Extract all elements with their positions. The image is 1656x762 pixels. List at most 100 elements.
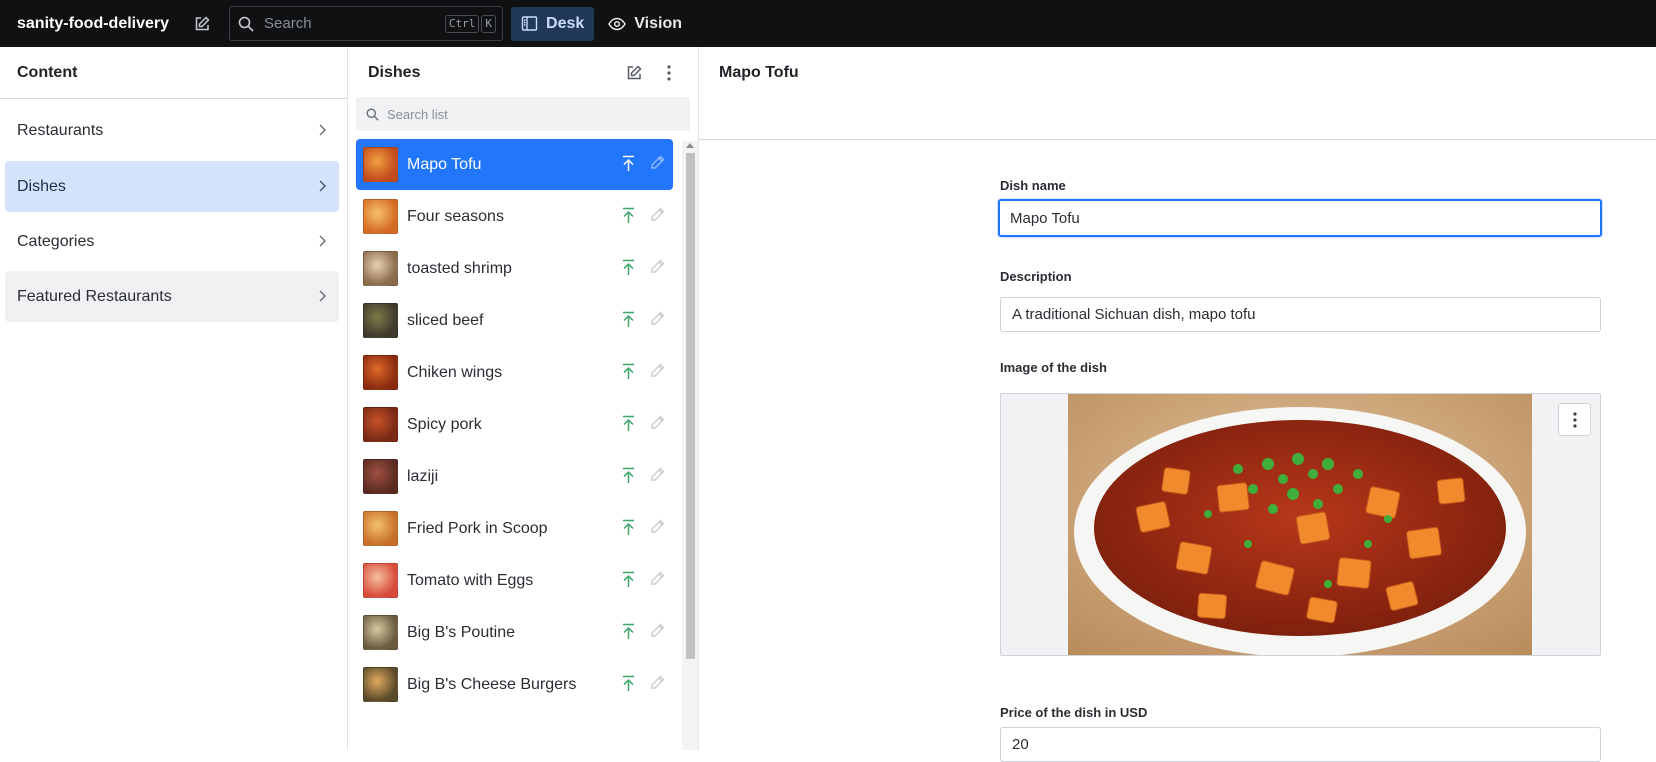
- published-icon: [621, 467, 636, 489]
- compose-button[interactable]: [188, 10, 216, 38]
- draft-edit-icon: [650, 259, 665, 279]
- document-pane: Mapo Tofu Dish name Description Image of…: [699, 47, 1656, 762]
- list-item[interactable]: Big B's Cheese Burgers: [356, 659, 673, 710]
- scrollbar-thumb[interactable]: [686, 153, 695, 659]
- chevron-right-icon: [319, 124, 326, 136]
- tool-desk-label: Desk: [546, 14, 585, 32]
- pane-menu-button[interactable]: [655, 59, 683, 87]
- draft-edit-icon: [650, 519, 665, 539]
- draft-edit-icon: [650, 155, 665, 175]
- nav-item-label: Restaurants: [17, 121, 104, 139]
- list-item-label: laziji: [407, 467, 439, 485]
- document-title: Mapo Tofu: [699, 47, 1656, 140]
- chevron-right-icon: [319, 235, 326, 247]
- top-navbar: sanity-food-delivery Ctrl K Desk Vision: [0, 0, 1656, 47]
- list-item[interactable]: Tomato with Eggs: [356, 555, 673, 606]
- list-item[interactable]: toasted shrimp: [356, 243, 673, 294]
- price-label: Price of the dish in USD: [1000, 705, 1148, 720]
- dish-thumbnail: [363, 563, 398, 598]
- published-icon: [621, 519, 636, 541]
- nav-item-restaurants[interactable]: Restaurants: [5, 105, 339, 156]
- eye-icon: [608, 17, 627, 30]
- list-item-label: Four seasons: [407, 207, 504, 225]
- published-icon: [621, 259, 636, 281]
- list-item-label: Fried Pork in Scoop: [407, 519, 548, 537]
- search-icon: [238, 16, 254, 32]
- published-icon: [621, 363, 636, 385]
- scroll-up-arrow[interactable]: [686, 143, 694, 148]
- shortcut-key-k: K: [481, 14, 497, 33]
- global-search[interactable]: Ctrl K: [229, 6, 504, 41]
- compose-icon: [627, 65, 642, 80]
- list-item[interactable]: sliced beef: [356, 295, 673, 346]
- dish-thumbnail: [363, 303, 398, 338]
- list-item-label: Big B's Cheese Burgers: [407, 675, 577, 693]
- dish-thumbnail: [363, 407, 398, 442]
- tool-vision[interactable]: Vision: [598, 7, 692, 41]
- list-item-label: Big B's Poutine: [407, 623, 516, 641]
- list-item[interactable]: Mapo Tofu: [356, 139, 673, 190]
- chevron-right-icon: [319, 290, 326, 302]
- draft-edit-icon: [650, 467, 665, 487]
- list-scrollbar[interactable]: [682, 141, 698, 750]
- compose-icon: [195, 15, 210, 30]
- chevron-right-icon: [319, 180, 326, 192]
- list-item-label: Spicy pork: [407, 415, 482, 433]
- list-item[interactable]: Fried Pork in Scoop: [356, 503, 673, 554]
- dish-thumbnail: [363, 459, 398, 494]
- create-document-button[interactable]: [620, 59, 648, 87]
- dish-name-field[interactable]: [998, 199, 1602, 237]
- draft-edit-icon: [650, 363, 665, 383]
- dish-image: [1068, 394, 1532, 655]
- project-name[interactable]: sanity-food-delivery: [17, 15, 169, 33]
- dish-name-label: Dish name: [1000, 178, 1066, 193]
- more-vertical-icon: [1572, 411, 1577, 428]
- published-icon: [621, 571, 636, 593]
- list-item[interactable]: Chiken wings: [356, 347, 673, 398]
- draft-edit-icon: [650, 207, 665, 227]
- nav-item-label: Categories: [17, 232, 95, 250]
- draft-edit-icon: [650, 675, 665, 695]
- nav-item-featured-restaurants[interactable]: Featured Restaurants: [5, 271, 339, 322]
- price-field[interactable]: [1000, 727, 1601, 762]
- published-icon: [621, 415, 636, 437]
- dish-thumbnail: [363, 355, 398, 390]
- draft-edit-icon: [650, 623, 665, 643]
- content-pane-title: Content: [0, 47, 347, 99]
- dish-thumbnail: [363, 251, 398, 286]
- nav-item-dishes[interactable]: Dishes: [5, 161, 339, 212]
- search-icon: [366, 107, 379, 121]
- published-icon: [621, 675, 636, 697]
- dish-thumbnail: [363, 199, 398, 234]
- list-item-label: sliced beef: [407, 311, 484, 329]
- dish-list: Mapo Tofu Four seasons toasted shrimp slice…: [348, 139, 682, 750]
- tool-desk[interactable]: Desk: [511, 6, 595, 41]
- image-field[interactable]: [1000, 393, 1601, 656]
- image-menu-button[interactable]: [1558, 403, 1591, 436]
- list-item[interactable]: Spicy pork: [356, 399, 673, 450]
- published-icon: [621, 155, 636, 177]
- nav-item-label: Featured Restaurants: [17, 287, 172, 305]
- content-pane: Content Restaurants Dishes Categories Fe…: [0, 47, 348, 750]
- list-search[interactable]: [356, 97, 690, 131]
- list-item[interactable]: laziji: [356, 451, 673, 502]
- draft-edit-icon: [650, 571, 665, 591]
- list-item[interactable]: Four seasons: [356, 191, 673, 242]
- desk-icon: [521, 16, 538, 31]
- image-label: Image of the dish: [1000, 360, 1107, 375]
- list-item-label: toasted shrimp: [407, 259, 512, 277]
- shortcut-key-ctrl: Ctrl: [444, 14, 480, 33]
- dish-thumbnail: [363, 615, 398, 650]
- list-item[interactable]: Big B's Poutine: [356, 607, 673, 658]
- dish-thumbnail: [363, 511, 398, 546]
- dishes-pane: Dishes Mapo TofuFour seasonstoasted shri…: [348, 47, 699, 750]
- published-icon: [621, 311, 636, 333]
- more-vertical-icon: [667, 65, 671, 81]
- list-item-label: Chiken wings: [407, 363, 503, 381]
- list-search-input[interactable]: [387, 106, 677, 122]
- list-item-label: Tomato with Eggs: [407, 571, 534, 589]
- list-item-label: Mapo Tofu: [407, 155, 482, 173]
- description-field[interactable]: [1000, 297, 1601, 332]
- nav-item-categories[interactable]: Categories: [5, 216, 339, 267]
- search-input[interactable]: [264, 15, 443, 32]
